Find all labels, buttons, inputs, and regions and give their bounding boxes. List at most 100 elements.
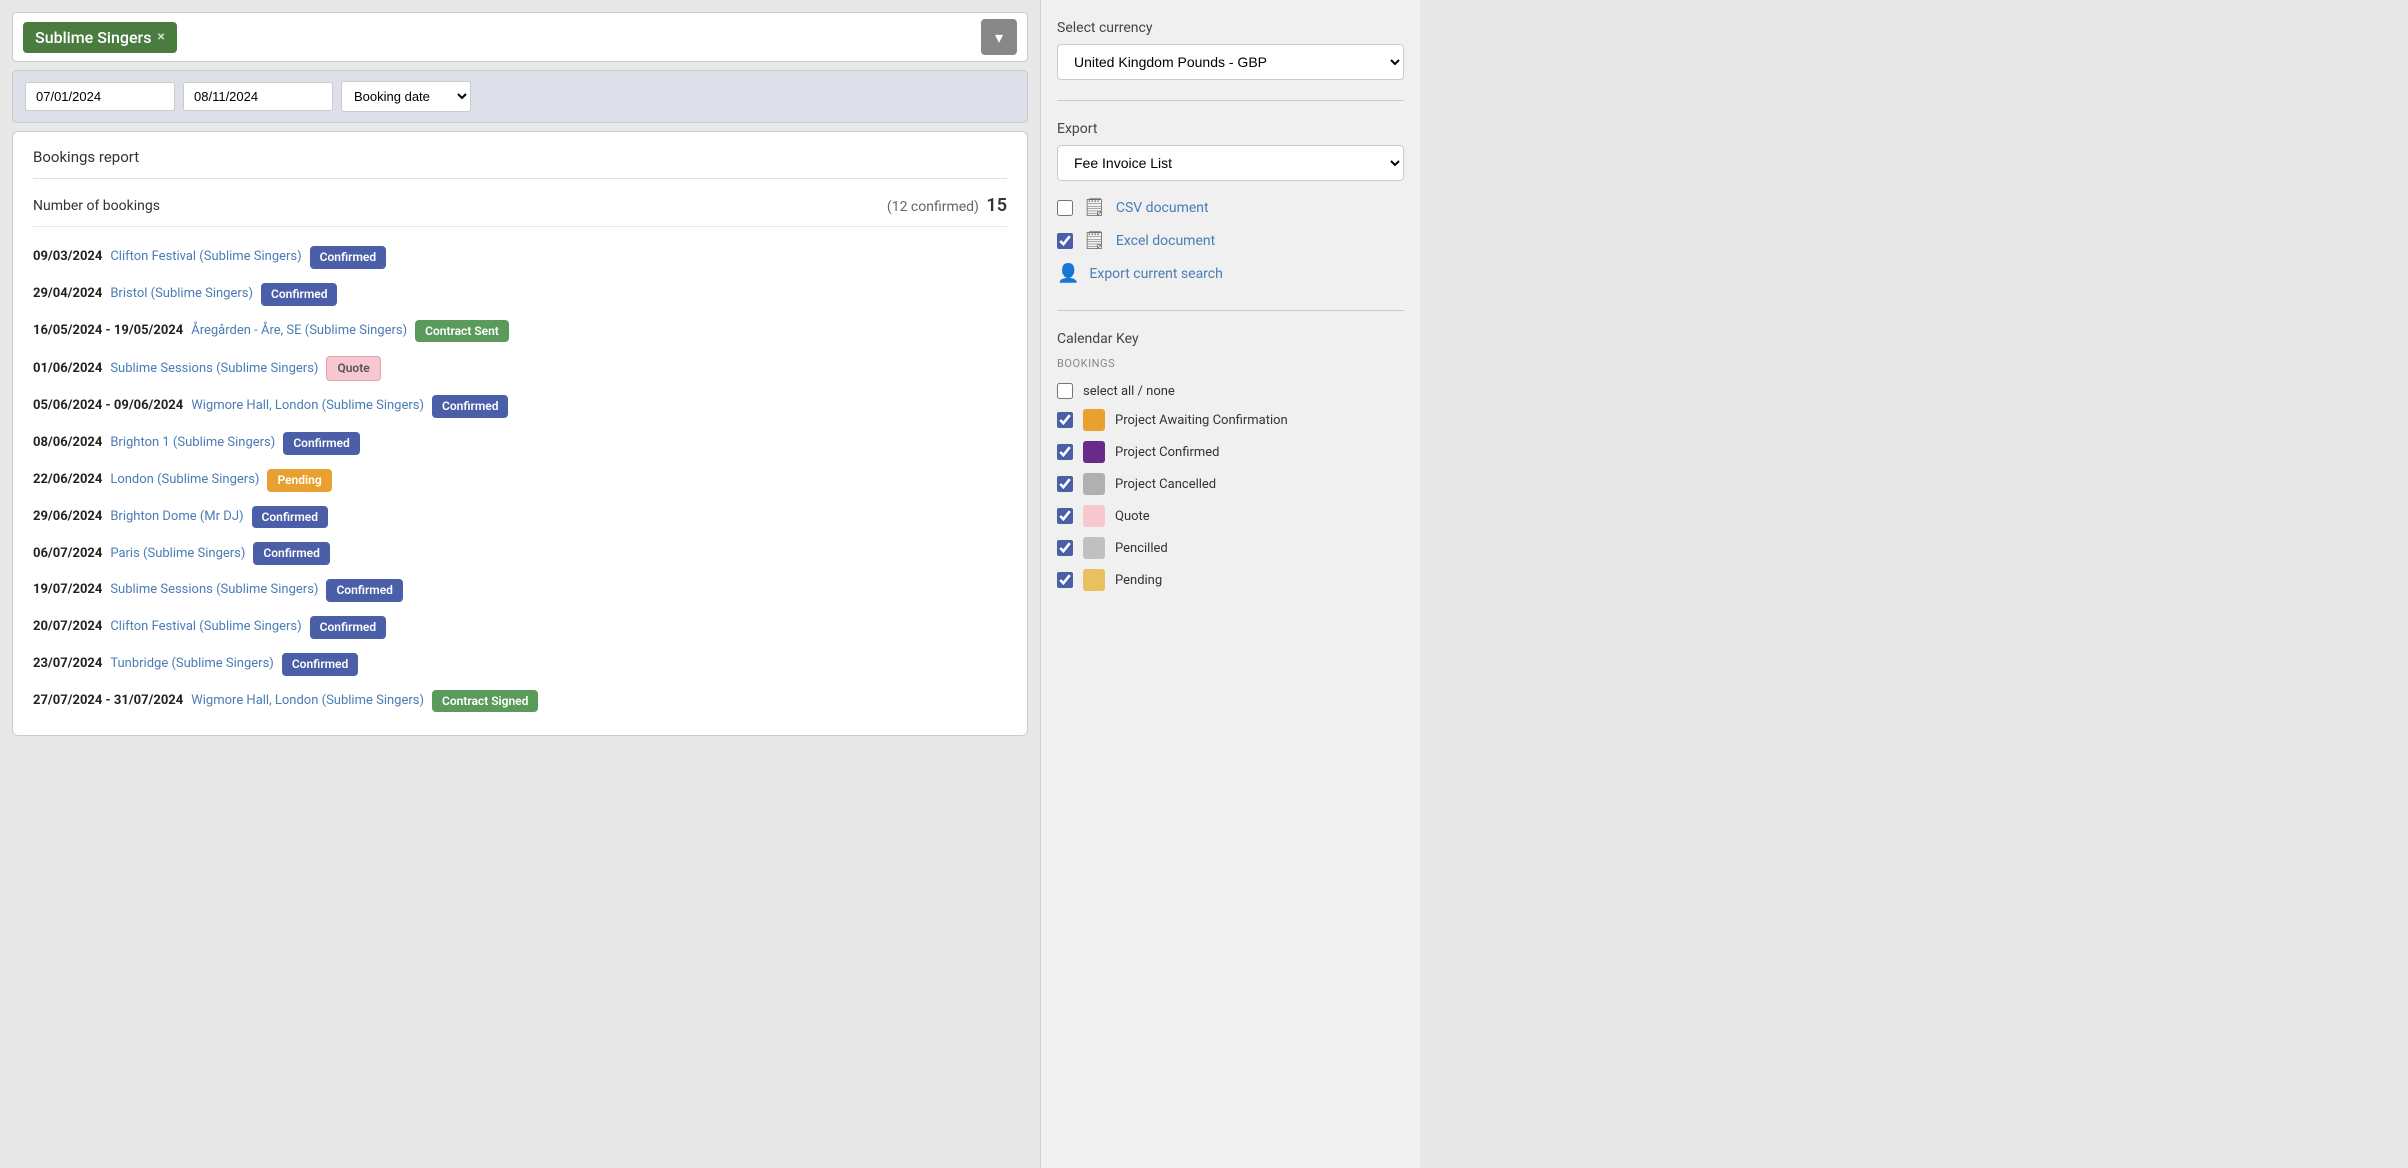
calendar-key-checkbox[interactable] [1057, 572, 1073, 588]
booking-name[interactable]: Brighton 1 (Sublime Singers) [110, 434, 275, 452]
date-type-select[interactable]: Booking date Event date Invoice date [341, 81, 471, 112]
confirmed-count: (12 confirmed) [887, 199, 979, 215]
person-icon: 👤 [1057, 263, 1079, 284]
calendar-key-item-label[interactable]: Pending [1115, 573, 1162, 588]
booking-row: 23/07/2024 Tunbridge (Sublime Singers) Con… [33, 646, 1007, 683]
report-title: Bookings report [33, 148, 1007, 179]
calendar-key-item-label[interactable]: Project Awaiting Confirmation [1115, 413, 1288, 428]
booking-status-badge: Contract Sent [415, 320, 509, 343]
booking-name[interactable]: Åregården - Åre, SE (Sublime Singers) [191, 322, 407, 340]
calendar-key-item-label[interactable]: Quote [1115, 509, 1150, 524]
booking-date: 01/06/2024 [33, 360, 102, 378]
booking-date: 23/07/2024 [33, 655, 102, 673]
bookings-count-label: Number of bookings [33, 198, 160, 214]
booking-status-badge: Contract Signed [432, 690, 538, 713]
booking-row: 16/05/2024 - 19/05/2024Åregården - Åre, … [33, 313, 1007, 350]
csv-checkbox[interactable] [1057, 200, 1073, 216]
booking-row: 29/04/2024Bristol (Sublime Singers)Confi… [33, 276, 1007, 313]
excel-icon: 🗒 [1083, 230, 1106, 251]
booking-row: 19/07/2024 Sublime Sessions (Sublime Sing… [33, 572, 1007, 609]
calendar-bookings-subtitle: BOOKINGS [1057, 357, 1404, 370]
booking-name[interactable]: Sublime Sessions (Sublime Singers) [110, 360, 318, 378]
booking-date: 06/07/2024 [33, 545, 102, 563]
calendar-key-checkbox[interactable] [1057, 444, 1073, 460]
currency-label: Select currency [1057, 20, 1404, 36]
booking-status-badge: Confirmed [282, 653, 358, 676]
calendar-key-item[interactable]: Project Cancelled [1057, 468, 1404, 500]
calendar-key-color-swatch [1083, 473, 1105, 495]
total-count: 15 [986, 195, 1007, 216]
artist-tag-chip[interactable]: Sublime Singers × [23, 22, 177, 53]
tag-bar-chevron-button[interactable]: ▾ [981, 19, 1017, 55]
select-all-label[interactable]: select all / none [1083, 384, 1175, 399]
calendar-key-item[interactable]: Pending [1057, 564, 1404, 596]
booking-date: 05/06/2024 - 09/06/2024 [33, 397, 183, 415]
calendar-key-title: Calendar Key [1057, 331, 1404, 347]
booking-name[interactable]: Paris (Sublime Singers) [110, 545, 245, 563]
bookings-count-right: (12 confirmed) 15 [887, 195, 1007, 216]
booking-date: 20/07/2024 [33, 618, 102, 636]
booking-name[interactable]: Sublime Sessions (Sublime Singers) [110, 581, 318, 599]
export-current-search-button[interactable]: 👤 Export current search [1057, 257, 1404, 290]
booking-row: 29/06/2024 Brighton Dome (Mr DJ) Confirmed [33, 499, 1007, 536]
booking-status-badge: Confirmed [310, 616, 386, 639]
calendar-key-checkbox[interactable] [1057, 476, 1073, 492]
calendar-key-color-swatch [1083, 441, 1105, 463]
booking-row: 06/07/2024 Paris (Sublime Singers) Confirm… [33, 535, 1007, 572]
date-from-input[interactable] [25, 82, 175, 111]
sidebar-panel: Select currency United Kingdom Pounds - … [1040, 0, 1420, 1168]
booking-date: 27/07/2024 - 31/07/2024 [33, 692, 183, 710]
booking-status-badge: Pending [267, 469, 331, 492]
calendar-key-item-label[interactable]: Project Cancelled [1115, 477, 1216, 492]
booking-date: 19/07/2024 [33, 581, 102, 599]
booking-status-badge: Quote [326, 356, 380, 381]
calendar-key-item[interactable]: Project Awaiting Confirmation [1057, 404, 1404, 436]
excel-label[interactable]: Excel document [1116, 233, 1215, 249]
booking-status-badge: Confirmed [432, 395, 508, 418]
calendar-key-checkbox[interactable] [1057, 412, 1073, 428]
booking-row: 05/06/2024 - 09/06/2024 Wigmore Hall, Lon… [33, 388, 1007, 425]
booking-name[interactable]: Tunbridge (Sublime Singers) [110, 655, 273, 673]
booking-date: 29/04/2024 [33, 285, 102, 303]
excel-export-option[interactable]: 🗒 Excel document [1057, 224, 1404, 257]
booking-name[interactable]: Clifton Festival (Sublime Singers) [110, 248, 301, 266]
booking-date: 29/06/2024 [33, 508, 102, 526]
booking-status-badge: Confirmed [283, 432, 359, 455]
calendar-key-item[interactable]: Project Confirmed [1057, 436, 1404, 468]
calendar-key-color-swatch [1083, 537, 1105, 559]
csv-icon: 🗒 [1083, 197, 1106, 218]
calendar-key-item[interactable]: Pencilled [1057, 532, 1404, 564]
excel-checkbox[interactable] [1057, 233, 1073, 249]
booking-name[interactable]: Brighton Dome (Mr DJ) [110, 508, 243, 526]
csv-export-option[interactable]: 🗒 CSV document [1057, 191, 1404, 224]
calendar-key-section: Calendar Key BOOKINGS select all / none … [1057, 331, 1404, 596]
booking-name[interactable]: Wigmore Hall, London (Sublime Singers) [191, 397, 424, 415]
date-to-input[interactable] [183, 82, 333, 111]
booking-status-badge: Confirmed [253, 542, 329, 565]
booking-row: 09/03/2024Clifton Festival (Sublime Sing… [33, 239, 1007, 276]
booking-name[interactable]: Clifton Festival (Sublime Singers) [110, 618, 301, 636]
booking-name[interactable]: Bristol (Sublime Singers) [110, 285, 253, 303]
currency-select[interactable]: United Kingdom Pounds - GBP US Dollars -… [1057, 44, 1404, 80]
booking-status-badge: Confirmed [252, 506, 328, 529]
booking-row: 08/06/2024Brighton 1 (Sublime Singers)Co… [33, 425, 1007, 462]
calendar-key-item[interactable]: Quote [1057, 500, 1404, 532]
booking-name[interactable]: London (Sublime Singers) [110, 471, 259, 489]
export-current-search-label: Export current search [1089, 266, 1222, 282]
booking-name[interactable]: Wigmore Hall, London (Sublime Singers) [191, 692, 424, 710]
calendar-key-items: Project Awaiting Confirmation Project Con… [1057, 404, 1404, 596]
bookings-count-row: Number of bookings (12 confirmed) 15 [33, 195, 1007, 227]
booking-row: 27/07/2024 - 31/07/2024 Wigmore Hall, Lon… [33, 683, 1007, 720]
calendar-key-checkbox[interactable] [1057, 508, 1073, 524]
calendar-key-item-label[interactable]: Project Confirmed [1115, 445, 1219, 460]
select-all-none-row[interactable]: select all / none [1057, 378, 1404, 404]
artist-tag-close[interactable]: × [157, 29, 164, 45]
csv-label[interactable]: CSV document [1116, 200, 1209, 216]
booking-status-badge: Confirmed [310, 246, 386, 269]
select-all-checkbox[interactable] [1057, 383, 1073, 399]
sidebar-divider-1 [1057, 100, 1404, 101]
calendar-key-checkbox[interactable] [1057, 540, 1073, 556]
calendar-key-item-label[interactable]: Pencilled [1115, 541, 1168, 556]
sidebar-divider-2 [1057, 310, 1404, 311]
export-type-select[interactable]: Fee Invoice List Booking Summary Contrac… [1057, 145, 1404, 181]
